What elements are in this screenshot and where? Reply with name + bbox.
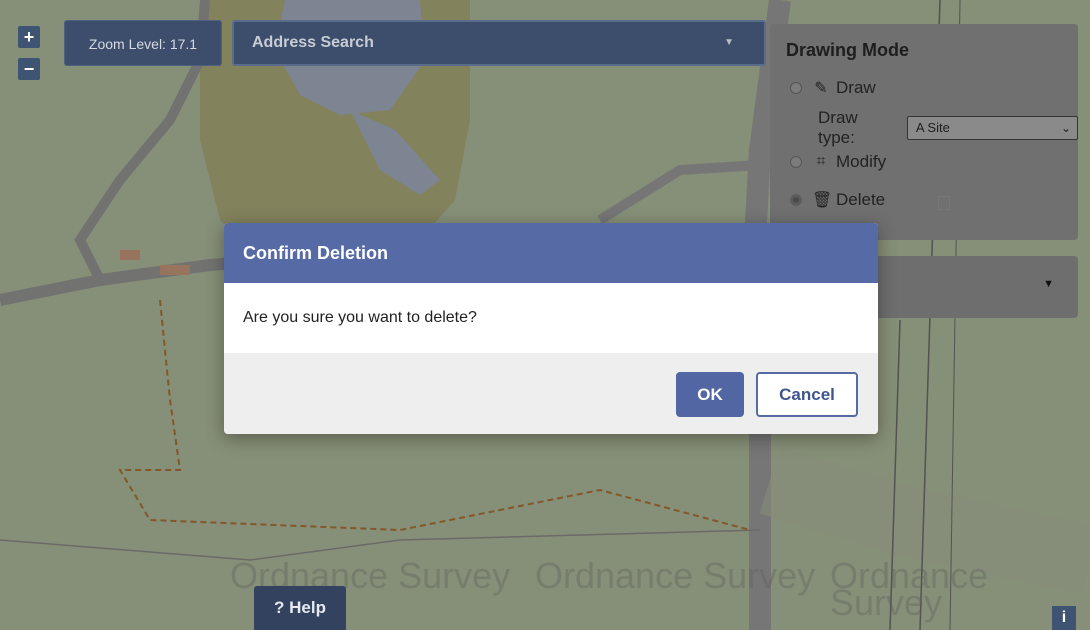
- help-button[interactable]: ? Help: [254, 586, 346, 630]
- panel-title: Drawing Mode: [786, 40, 910, 60]
- info-button[interactable]: i: [1052, 606, 1076, 630]
- checkbox-icon: [938, 196, 950, 210]
- ok-button[interactable]: OK: [676, 372, 744, 417]
- zoom-out-button[interactable]: −: [18, 58, 40, 80]
- radio-delete[interactable]: [790, 194, 802, 206]
- chevron-down-icon[interactable]: ▼: [724, 22, 734, 64]
- delete-option[interactable]: 🗑 Delete: [790, 190, 885, 210]
- address-search-placeholder: Address Search: [252, 34, 374, 51]
- trash-icon: 🗑: [812, 192, 833, 209]
- modify-icon: ⌗: [816, 153, 826, 170]
- draw-type-value: A Site: [915, 120, 950, 135]
- question-icon: ?: [274, 598, 285, 617]
- dialog-footer: OK Cancel: [224, 353, 878, 434]
- cancel-button[interactable]: Cancel: [756, 372, 858, 417]
- modify-option[interactable]: ⌗ Modify: [790, 152, 886, 172]
- draw-type-label: Draw type:: [818, 108, 858, 147]
- drawing-mode-panel: Drawing Mode ✎ Draw Draw type: A Site ⌄ …: [770, 24, 1078, 240]
- delete-option-label: Delete: [836, 190, 886, 209]
- radio-draw[interactable]: [790, 82, 802, 94]
- draw-type-select[interactable]: A Site ⌄: [906, 116, 1078, 140]
- radio-modify[interactable]: [790, 156, 802, 168]
- confirm-deletion-dialog: Confirm Deletion Are you sure you want t…: [224, 223, 878, 434]
- draw-option-label: Draw: [836, 78, 876, 97]
- dialog-title: Confirm Deletion: [224, 223, 878, 283]
- draw-option[interactable]: ✎ Draw: [790, 78, 876, 98]
- draw-type-row: Draw type: A Site ⌄: [818, 108, 1078, 148]
- address-search-input[interactable]: Address Search ▼: [232, 20, 766, 66]
- chevron-down-icon: ⌄: [1060, 121, 1071, 135]
- zoom-level-display: Zoom Level: 17.1: [64, 20, 222, 66]
- help-label: Help: [289, 598, 326, 617]
- layer-dropdown-panel[interactable]: ▼: [870, 256, 1078, 318]
- modify-option-label: Modify: [836, 152, 887, 171]
- caret-down-icon[interactable]: ▼: [1043, 278, 1054, 290]
- zoom-in-button[interactable]: +: [18, 26, 40, 48]
- magic-wand-icon: ✎: [814, 80, 828, 97]
- dialog-message: Are you sure you want to delete?: [224, 283, 878, 353]
